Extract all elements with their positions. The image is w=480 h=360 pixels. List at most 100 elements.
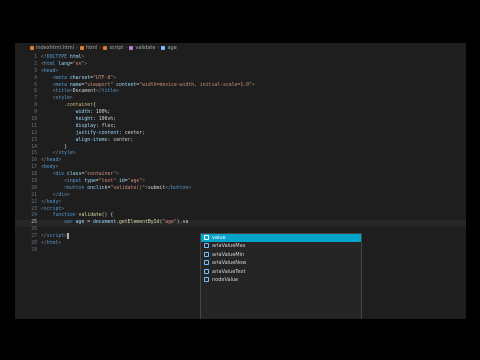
code-line[interactable]: 9 width: 100%; [15, 110, 466, 117]
breadcrumb-item[interactable]: script [103, 45, 123, 51]
code-line[interactable]: 18 <div class="container"> [15, 172, 466, 179]
suggestion-item[interactable]: nodeValue [201, 276, 361, 284]
autocomplete-suggestions[interactable]: value ariaValueMax ariaValueMin ariaValueNo… [200, 233, 362, 319]
line-text: justify-content: center; [41, 131, 145, 138]
token: "UTF-8" [93, 75, 114, 81]
token: width [75, 110, 91, 116]
line-number: 4 [34, 75, 37, 81]
breadcrumb-item[interactable]: indexhtml.html [30, 45, 74, 51]
token: html [46, 241, 59, 247]
token: "validate()" [110, 185, 145, 191]
token: var [64, 220, 73, 226]
line-number: 12 [31, 130, 37, 136]
suggestion-item[interactable]: ariaValueNow [201, 259, 361, 267]
token: input [67, 179, 82, 185]
token: } [41, 144, 67, 150]
code-line[interactable]: 22 </body> [15, 200, 466, 207]
code-line[interactable]: 16 </head> [15, 158, 466, 165]
property-icon [204, 268, 209, 274]
token: .container [64, 103, 93, 109]
breadcrumb-symbol-icon [129, 45, 134, 50]
suggestion-item[interactable]: ariaValueMax [201, 242, 361, 250]
code-line[interactable]: 1 <!DOCTYPE html> [15, 55, 466, 62]
token: type [81, 179, 96, 185]
breadcrumb-item-label: html [86, 45, 98, 51]
line-number: 2 [34, 61, 37, 67]
breadcrumb-item-label: age [167, 45, 177, 51]
code-line[interactable]: 12 justify-content: center; [15, 131, 466, 138]
suggestion-item[interactable]: ariaValueText [201, 268, 361, 276]
breadcrumb-item[interactable]: validate [129, 45, 155, 51]
token: body [43, 165, 56, 171]
suggestion-item[interactable]: ariaValueMin [201, 251, 361, 259]
code-line[interactable]: 4 <meta charset="UTF-8"> [15, 76, 466, 83]
line-text: display: flex; [41, 124, 116, 131]
property-icon [204, 276, 209, 282]
code-line[interactable]: 13 align-items: center; [15, 138, 466, 145]
token: "en" [72, 61, 85, 67]
token: onclick [84, 185, 108, 191]
line-number: 3 [34, 68, 37, 74]
code-line[interactable]: 11 display: flex; [15, 124, 466, 131]
code-line[interactable]: 10 height: 100vh; [15, 117, 466, 124]
code-line[interactable]: 20 <button onclick="validate()">submit</… [15, 186, 466, 193]
token: DOCTYPE [46, 55, 67, 60]
property-icon [204, 235, 209, 240]
code-line[interactable]: 21 </div> [15, 193, 466, 200]
property-icon [204, 243, 209, 249]
token: "age" [162, 220, 177, 226]
code-line[interactable]: 15 </style> [15, 151, 466, 158]
breadcrumb-symbol-icon [80, 45, 85, 50]
line-text: <input type="text" id="age"> [41, 179, 145, 186]
code-line[interactable]: 14 } [15, 145, 466, 152]
code-line[interactable]: 2 <html lang="en"> [15, 62, 466, 69]
line-text: align-items: center; [41, 137, 134, 145]
token: > [113, 75, 117, 81]
token: style [55, 96, 70, 102]
token: > [72, 151, 76, 157]
breadcrumb-item-label: indexhtml.html [36, 45, 75, 51]
suggestion-item[interactable]: value [201, 234, 361, 243]
code-line[interactable]: 19 <input type="text" id="age"> [15, 179, 466, 186]
breadcrumb-item-label: validate [135, 45, 156, 51]
code-line[interactable]: 6 <title>Document</title> [15, 89, 466, 96]
code-area[interactable]: 1 <!DOCTYPE html> 2 <html lang="en"> 3 <head>… [15, 55, 466, 255]
token: align-items [75, 137, 108, 143]
line-text: width: 100%; [41, 110, 111, 117]
token: > [58, 241, 62, 247]
line-text: <div class="container"> [41, 172, 119, 179]
token: ).va [176, 220, 189, 226]
token: head [43, 68, 56, 74]
code-line[interactable]: 25 var age = document.getElementById("ag… [15, 220, 466, 228]
breadcrumb-symbol-icon [103, 45, 108, 50]
code-editor[interactable]: indexhtml.html › html › script › validate › age … [15, 43, 466, 319]
property-icon [204, 260, 209, 266]
token: div [58, 192, 68, 198]
token: > [58, 199, 62, 205]
token: > [116, 89, 120, 95]
suggestion-label: value [212, 235, 226, 241]
breadcrumb-item[interactable]: html [80, 45, 97, 51]
token: submit [147, 185, 166, 191]
token: > [67, 192, 70, 198]
breadcrumb-item[interactable]: age [161, 45, 177, 51]
token: () { [101, 213, 114, 219]
code-line[interactable]: 3 <head> [15, 69, 466, 76]
token: > [55, 68, 59, 74]
token: style [58, 151, 73, 157]
token: > [251, 82, 255, 88]
breadcrumb-separator-icon: › [99, 45, 102, 51]
token: head [46, 158, 59, 164]
line-number: 29 [31, 247, 37, 253]
line-number: 19 [31, 179, 37, 185]
token: height [75, 117, 93, 123]
